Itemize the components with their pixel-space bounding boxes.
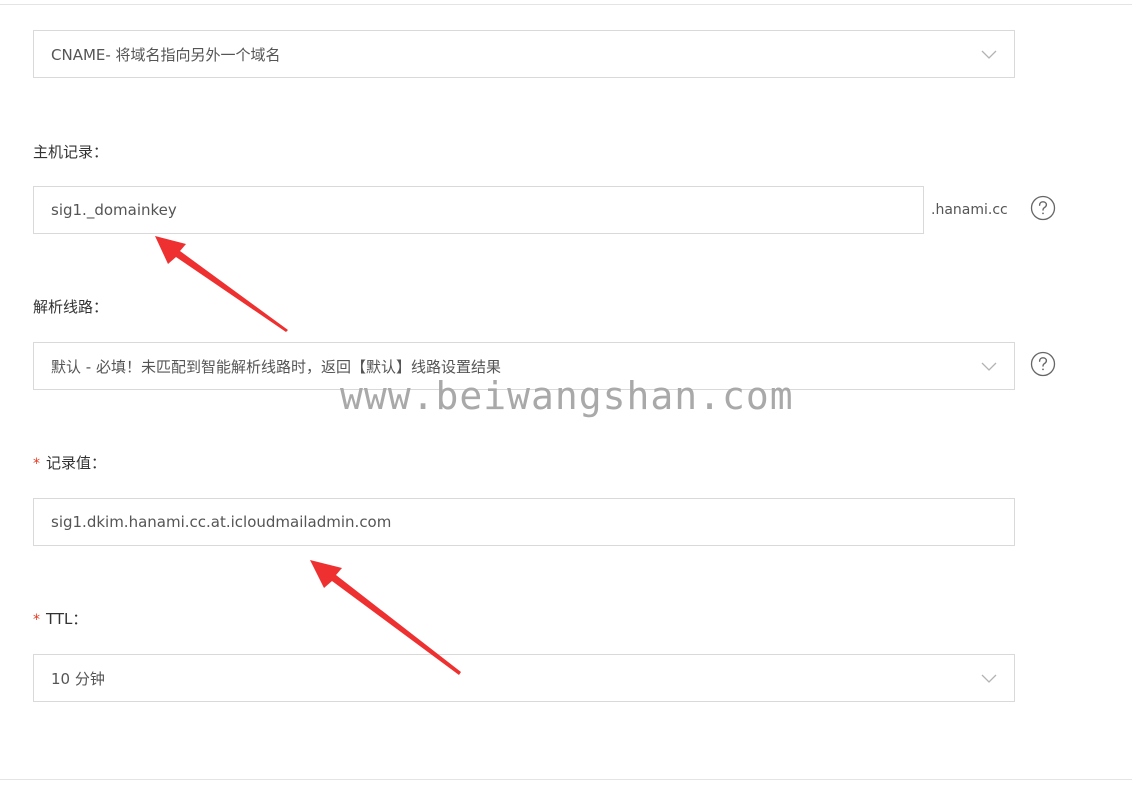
- required-mark: *: [33, 456, 40, 472]
- record-value-value: sig1.dkim.hanami.cc.at.icloudmailadmin.c…: [51, 513, 392, 531]
- host-record-input[interactable]: sig1._domainkey: [33, 186, 924, 234]
- host-record-label: 主机记录：: [33, 143, 109, 161]
- line-label: 解析线路：: [33, 298, 109, 316]
- record-value-input[interactable]: sig1.dkim.hanami.cc.at.icloudmailadmin.c…: [33, 498, 1015, 546]
- question-circle-icon[interactable]: [1030, 351, 1056, 377]
- required-mark: *: [33, 612, 40, 628]
- record-type-value: CNAME- 将域名指向另外一个域名: [51, 45, 281, 64]
- line-select[interactable]: 默认 - 必填！未匹配到智能解析线路时，返回【默认】线路设置结果: [33, 342, 1015, 390]
- ttl-value: 10 分钟: [51, 669, 105, 688]
- chevron-down-icon: [981, 674, 997, 683]
- ttl-label: * TTL：: [33, 608, 87, 629]
- domain-suffix: .hanami.cc: [931, 202, 1008, 218]
- bottom-divider: [0, 779, 1132, 780]
- annotation-arrow: [155, 236, 288, 332]
- chevron-down-icon: [981, 362, 997, 371]
- chevron-down-icon: [981, 50, 997, 59]
- line-value: 默认 - 必填！未匹配到智能解析线路时，返回【默认】线路设置结果: [51, 357, 501, 376]
- top-divider: [0, 4, 1132, 5]
- question-circle-icon[interactable]: [1030, 195, 1056, 221]
- ttl-label-text: TTL：: [46, 610, 88, 628]
- ttl-select[interactable]: 10 分钟: [33, 654, 1015, 702]
- record-value-label: * 记录值：: [33, 452, 106, 473]
- record-value-label-text: 记录值：: [46, 454, 107, 472]
- record-type-select[interactable]: CNAME- 将域名指向另外一个域名: [33, 30, 1015, 78]
- host-record-value: sig1._domainkey: [51, 201, 177, 219]
